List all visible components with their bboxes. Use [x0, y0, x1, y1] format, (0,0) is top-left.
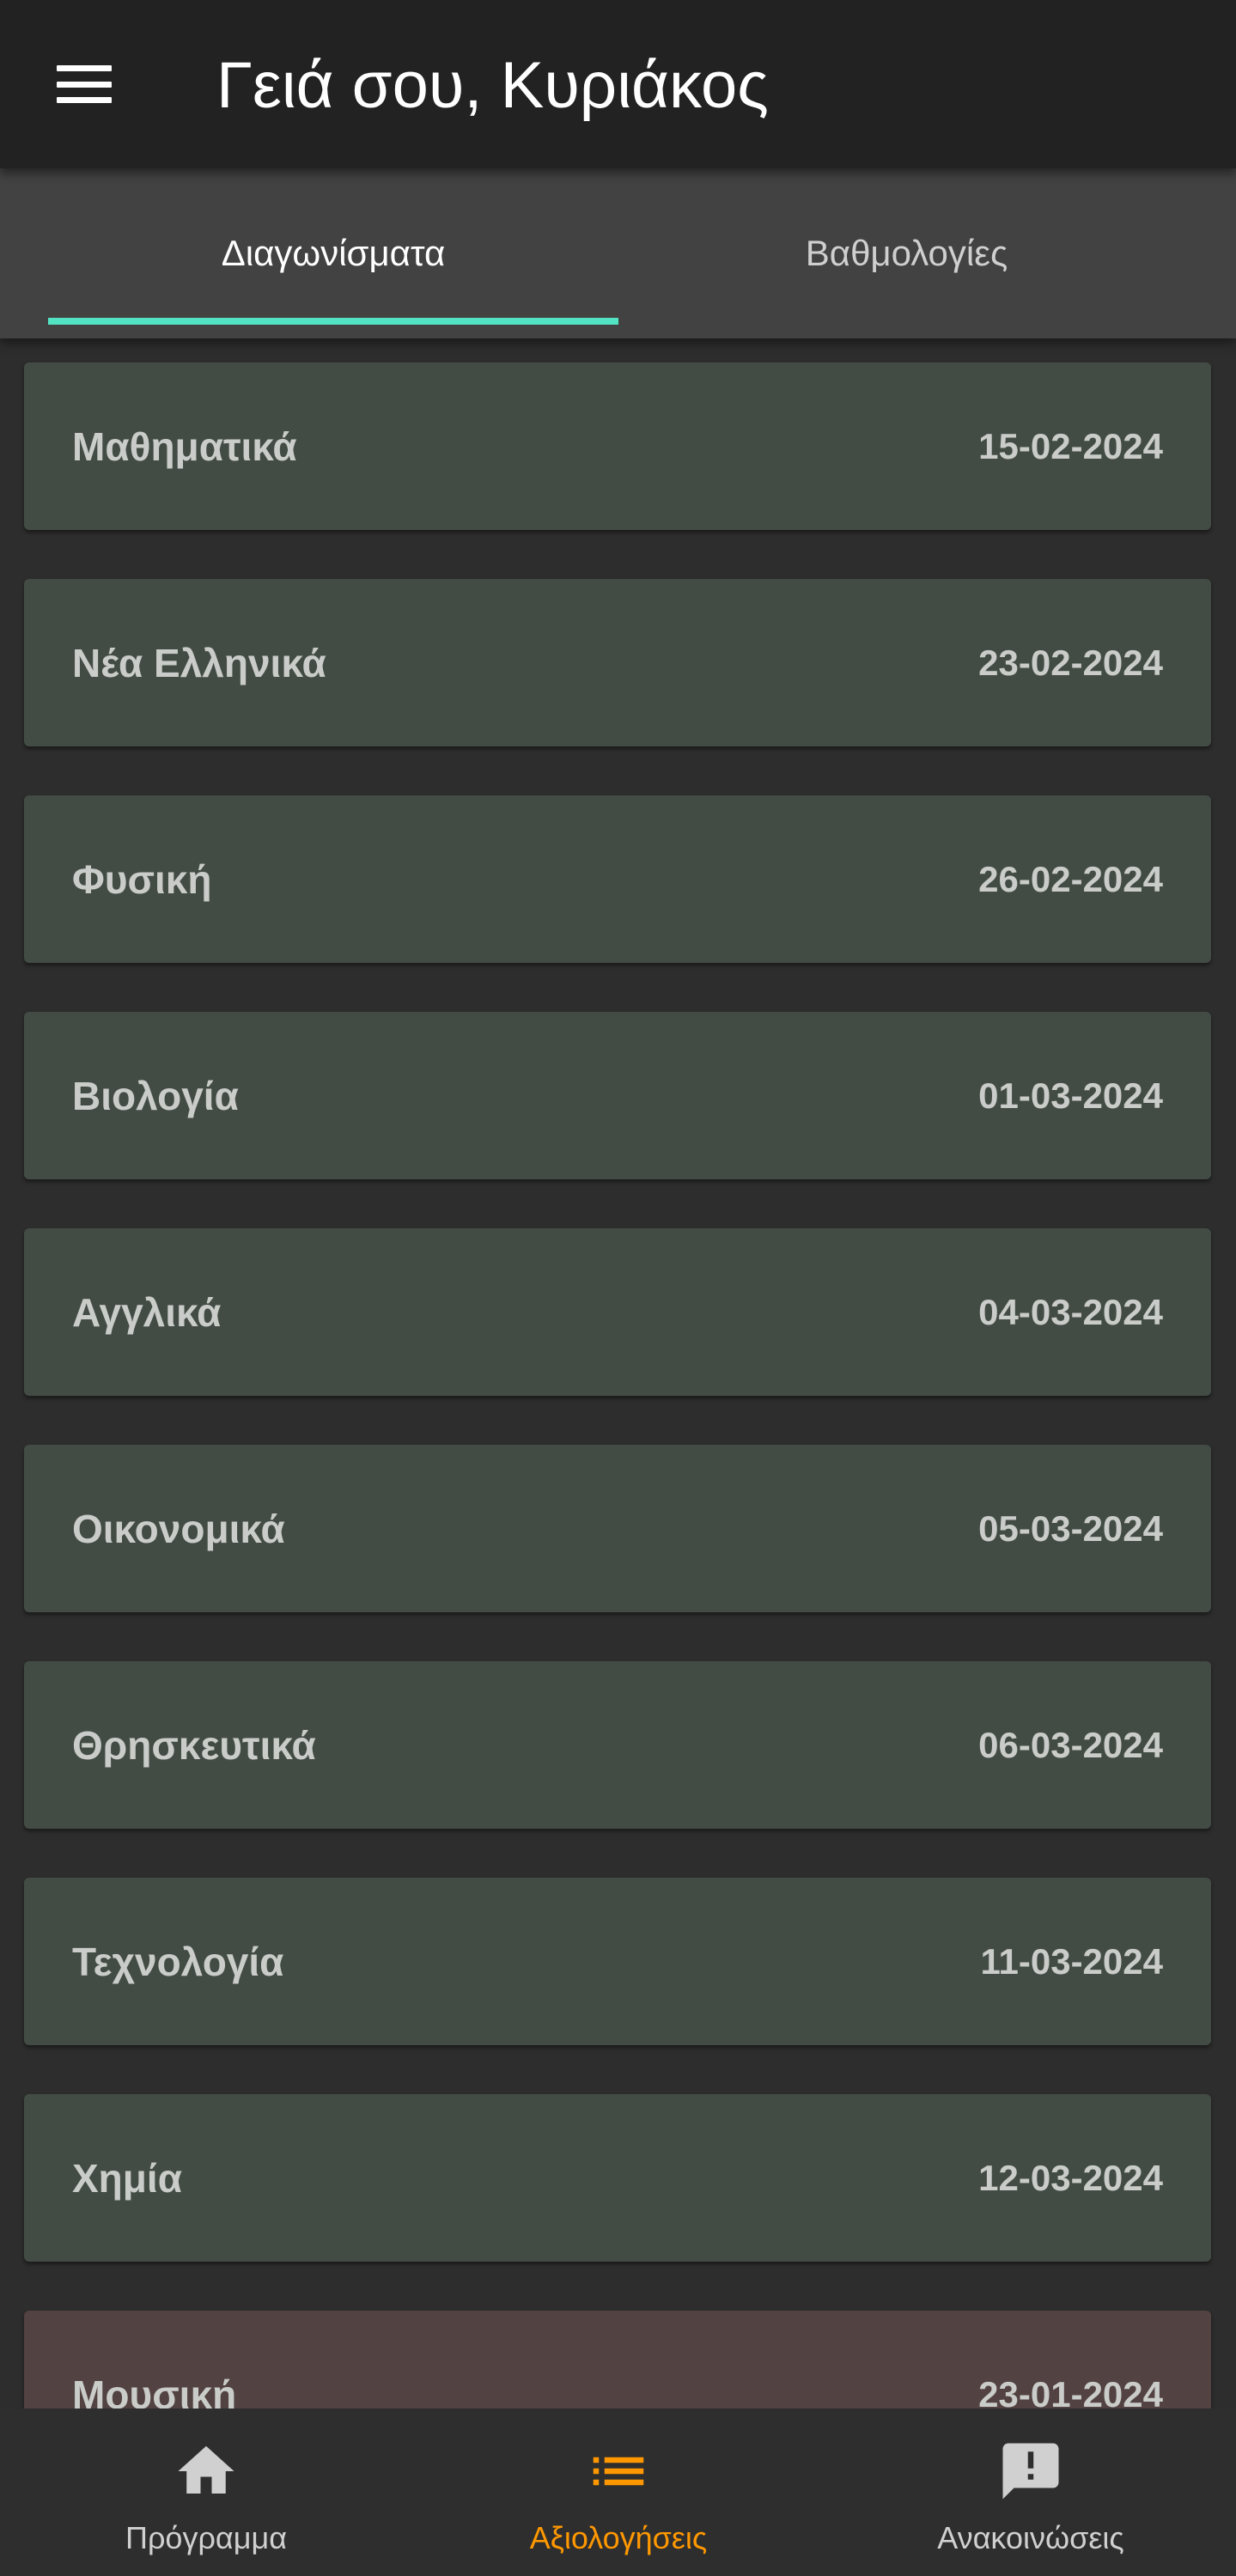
exam-subject: Θρησκευτικά — [72, 1722, 316, 1768]
exam-subject: Μουσική — [72, 2372, 237, 2409]
exam-card[interactable]: Φυσική 26-02-2024 — [24, 795, 1211, 963]
exam-card[interactable]: Τεχνολογία 11-03-2024 — [24, 1878, 1211, 2045]
exam-subject: Φυσική — [72, 856, 212, 902]
exam-card[interactable]: Χημία 12-03-2024 — [24, 2094, 1211, 2262]
exam-date: 12-03-2024 — [978, 2157, 1163, 2198]
exam-date: 06-03-2024 — [978, 1724, 1163, 1765]
exam-date: 05-03-2024 — [978, 1507, 1163, 1549]
nav-item-assessments[interactable]: Αξιολογήσεις — [429, 2409, 807, 2576]
nav-item-announcements[interactable]: Ανακοινώσεις — [842, 2409, 1220, 2576]
exam-subject: Βιολογία — [72, 1073, 239, 1118]
exam-subject: Χημία — [72, 2155, 182, 2201]
exam-card[interactable]: Οικονομικά 05-03-2024 — [24, 1445, 1211, 1612]
list-icon — [593, 2457, 644, 2486]
exam-date: 11-03-2024 — [980, 1940, 1163, 1982]
app-bar: Γειά σου, Κυριάκος — [0, 0, 1236, 168]
exam-card[interactable]: Βιολογία 01-03-2024 — [24, 1012, 1211, 1179]
exam-date: 23-01-2024 — [978, 2373, 1163, 2409]
exam-subject: Αγγλικά — [72, 1289, 222, 1335]
nav-item-schedule[interactable]: Πρόγραμμα — [17, 2409, 395, 2576]
nav-label: Αξιολογήσεις — [529, 2520, 708, 2555]
exam-card[interactable]: Αγγλικά 04-03-2024 — [24, 1228, 1211, 1396]
exam-subject: Οικονομικά — [72, 1506, 285, 1551]
tab-bar: Διαγωνίσματα Βαθμολογίες — [0, 168, 1236, 338]
exam-date: 15-02-2024 — [978, 425, 1163, 466]
exam-date: 01-03-2024 — [978, 1075, 1163, 1116]
menu-icon — [57, 65, 112, 103]
nav-label: Ανακοινώσεις — [937, 2520, 1124, 2555]
bottom-navigation: Πρόγραμμα Αξιολογήσεις Ανακοινώσεις — [0, 2409, 1236, 2576]
exam-subject: Νέα Ελληνικά — [72, 640, 326, 685]
tab-exams[interactable]: Διαγωνίσματα — [0, 168, 667, 338]
tab-indicator — [48, 318, 618, 325]
exam-date: 23-02-2024 — [978, 642, 1163, 683]
announcement-icon — [1002, 2443, 1059, 2500]
exam-date: 26-02-2024 — [978, 858, 1163, 899]
exam-date: 04-03-2024 — [978, 1291, 1163, 1332]
page-title: Γειά σου, Κυριάκος — [216, 49, 769, 122]
home-icon — [178, 2445, 234, 2494]
exam-subject: Τεχνολογία — [72, 1939, 284, 1984]
exam-card[interactable]: Μουσική 23-01-2024 — [24, 2311, 1211, 2409]
nav-label: Πρόγραμμα — [125, 2520, 288, 2555]
exam-card[interactable]: Νέα Ελληνικά 23-02-2024 — [24, 579, 1211, 746]
exam-subject: Μαθηματικά — [72, 423, 297, 469]
exam-card[interactable]: Μαθηματικά 15-02-2024 — [24, 362, 1211, 530]
exam-card[interactable]: Θρησκευτικά 06-03-2024 — [24, 1661, 1211, 1829]
exam-list[interactable]: Μαθηματικά 15-02-2024 Νέα Ελληνικά 23-02… — [0, 338, 1236, 2409]
menu-button[interactable] — [34, 41, 134, 127]
tab-grades[interactable]: Βαθμολογίες — [577, 168, 1236, 338]
